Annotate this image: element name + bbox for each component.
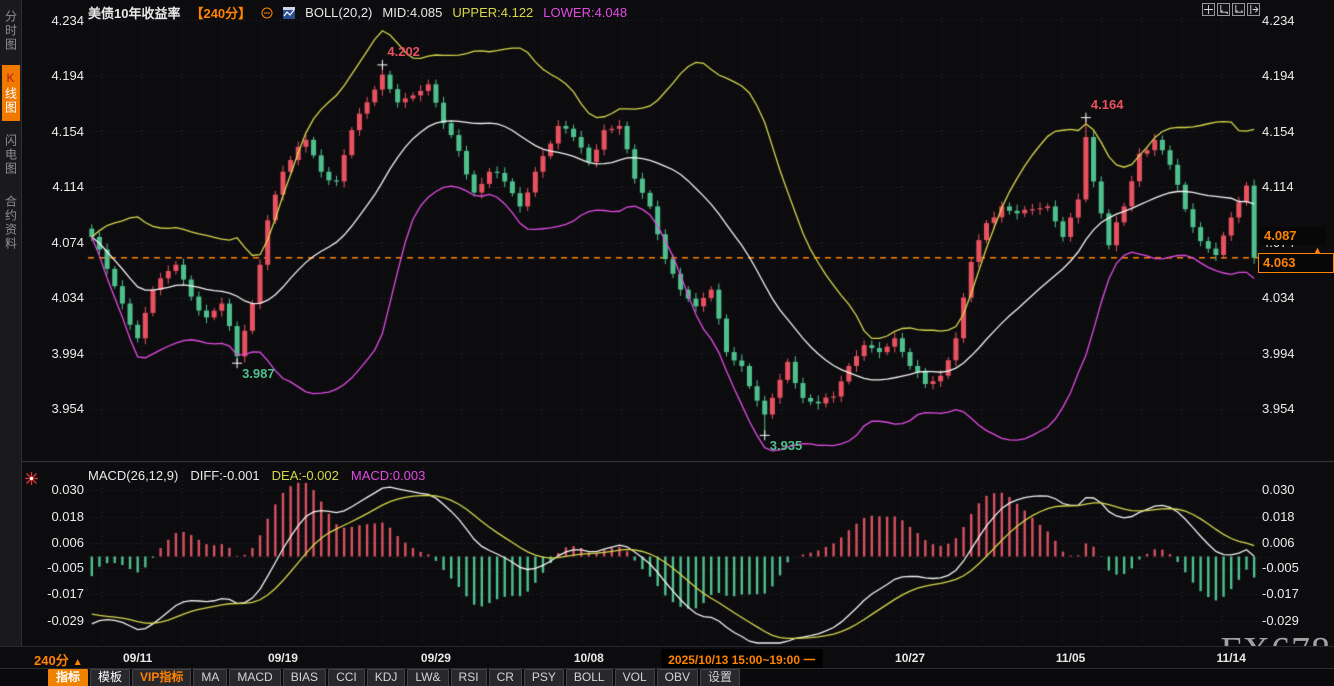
toolbar-button-VOL[interactable]: VOL [615, 669, 655, 686]
crosshair-date-readout: 2025/10/13 15:00~19:00 一 [661, 649, 822, 670]
macd-macd-value: MACD:0.003 [351, 468, 425, 483]
y-axis-label: 4.194 [44, 68, 84, 83]
timeframe-selector[interactable]: 240分 ▲ [34, 650, 83, 669]
y-axis-label: 4.034 [1262, 290, 1324, 305]
y-axis-label: 0.030 [44, 482, 84, 497]
toolbar-button-PSY[interactable]: PSY [524, 669, 564, 686]
y-axis-label: 4.154 [1262, 124, 1324, 139]
toolbar-button-设置[interactable]: 设置 [700, 669, 740, 686]
boll-label: BOLL(20,2) [305, 5, 372, 20]
timeframe-label: 240分 [34, 653, 69, 668]
macd-diff-value: DIFF:-0.001 [190, 468, 259, 483]
left-sidebar: 分时图 K线图闪电图合约资料 [0, 0, 22, 646]
boll-lower-value: LOWER:4.048 [543, 5, 627, 20]
main-chart-canvas[interactable] [22, 0, 1334, 646]
y-axis-label: 3.994 [44, 346, 84, 361]
y-axis-label: 0.006 [44, 535, 84, 550]
last-price-badge: 4.087 [1260, 227, 1326, 245]
sidebar-item-K线图[interactable]: K线图 [2, 65, 20, 121]
toolbar-button-CCI[interactable]: CCI [328, 669, 365, 686]
price-annotation: 4.202 [387, 44, 420, 59]
chart-tool-buttons [1202, 3, 1260, 16]
y-axis-label: 4.154 [44, 124, 84, 139]
x-axis-date-label: 11/14 [1217, 651, 1246, 665]
indicator-chart-icon [283, 7, 295, 19]
y-axis-label: 4.074 [44, 235, 84, 250]
y-axis-label: 4.234 [44, 13, 84, 28]
y-axis-label: -0.017 [44, 586, 84, 601]
y-axis-label: 4.234 [1262, 13, 1324, 28]
x-axis-date-label: 11/05 [1056, 651, 1085, 665]
y-axis-label: 0.006 [1262, 535, 1324, 550]
x-axis-date-label: 09/19 [268, 651, 298, 665]
y-axis-label: 3.954 [1262, 401, 1324, 416]
price-annotation: 3.987 [242, 366, 275, 381]
y-axis-label: 4.114 [44, 179, 84, 194]
y-axis-label: 3.954 [44, 401, 84, 416]
toolbar-button-BOLL[interactable]: BOLL [566, 669, 613, 686]
toolbar-button-OBV[interactable]: OBV [657, 669, 698, 686]
chart-header: 美债10年收益率 【240分】 BOLL(20,2) MID:4.085 UPP… [88, 3, 627, 22]
date-axis-row: 2025/10/13 15:00~19:00 一 09/11 09/19 09/29… [0, 646, 1334, 669]
boll-upper-value: UPPER:4.122 [452, 5, 533, 20]
y-axis-label: 4.114 [1262, 179, 1324, 194]
crosshair-icon[interactable] [1202, 3, 1215, 16]
y-axis-label: 4.034 [44, 290, 84, 305]
instrument-title: 美债10年收益率 [88, 3, 180, 22]
y-axis-label: 0.030 [1262, 482, 1324, 497]
toolbar-button-VIP指标[interactable]: VIP指标 [132, 669, 191, 686]
y-axis-label: -0.017 [1262, 586, 1324, 601]
period-label[interactable]: 【240分】 [190, 3, 251, 22]
y-axis-label: -0.029 [44, 613, 84, 628]
boll-mid-value: MID:4.085 [382, 5, 442, 20]
trading-app-window: 分时图 K线图闪电图合约资料 美债10年收益率 【240分】 BOLL(20,2)… [0, 0, 1334, 686]
y-axis-label: 0.018 [1262, 509, 1324, 524]
indicator-toolbar: 指标模板VIP指标MAMACDBIASCCIKDJLW&RSICRPSYBOLL… [0, 668, 1334, 686]
y-axis-label: 0.018 [44, 509, 84, 524]
x-axis-date-label: 10/08 [574, 651, 604, 665]
toolbar-button-BIAS[interactable]: BIAS [283, 669, 326, 686]
toolbar-button-指标[interactable]: 指标 [48, 669, 88, 686]
pan-right-icon[interactable] [1247, 3, 1260, 16]
sidebar-item-分时图[interactable]: 分时图 [2, 4, 20, 58]
macd-dea-value: DEA:-0.002 [272, 468, 339, 483]
y-axis-label: 3.994 [1262, 346, 1324, 361]
price-annotation: 4.164 [1091, 97, 1124, 112]
toolbar-button-LW&[interactable]: LW& [407, 669, 448, 686]
macd-header: MACD(26,12,9) DIFF:-0.001 DEA:-0.002 MAC… [88, 468, 425, 483]
indicator-star-icon[interactable] [25, 472, 38, 490]
sidebar-item-闪电图[interactable]: 闪电图 [2, 128, 20, 182]
y-axis-label: -0.029 [1262, 613, 1324, 628]
axis-zoom-out-icon[interactable] [1232, 3, 1245, 16]
y-axis-label: -0.005 [1262, 560, 1324, 575]
y-axis-label: 4.194 [1262, 68, 1324, 83]
x-axis-date-label: 09/11 [123, 651, 152, 665]
toolbar-button-MA[interactable]: MA [193, 669, 227, 686]
x-axis-date-label: 10/27 [895, 651, 925, 665]
toolbar-button-MACD[interactable]: MACD [229, 669, 280, 686]
y-axis-label: -0.005 [44, 560, 84, 575]
macd-label: MACD(26,12,9) [88, 468, 178, 483]
toolbar-button-CR[interactable]: CR [489, 669, 522, 686]
collapse-circle-icon[interactable] [261, 7, 273, 19]
toolbar-button-KDJ[interactable]: KDJ [367, 669, 406, 686]
toolbar-button-RSI[interactable]: RSI [451, 669, 487, 686]
toolbar-button-模板[interactable]: 模板 [90, 669, 130, 686]
price-annotation: 3.935 [770, 438, 803, 453]
sidebar-item-合约资料[interactable]: 合约资料 [2, 189, 20, 257]
axis-zoom-in-icon[interactable] [1217, 3, 1230, 16]
current-price-badge: 4.063 [1258, 253, 1334, 273]
x-axis-date-label: 09/29 [421, 651, 451, 665]
up-triangle-icon: ▲ [73, 657, 83, 668]
price-up-arrow-icon: ▲ [1313, 245, 1322, 255]
